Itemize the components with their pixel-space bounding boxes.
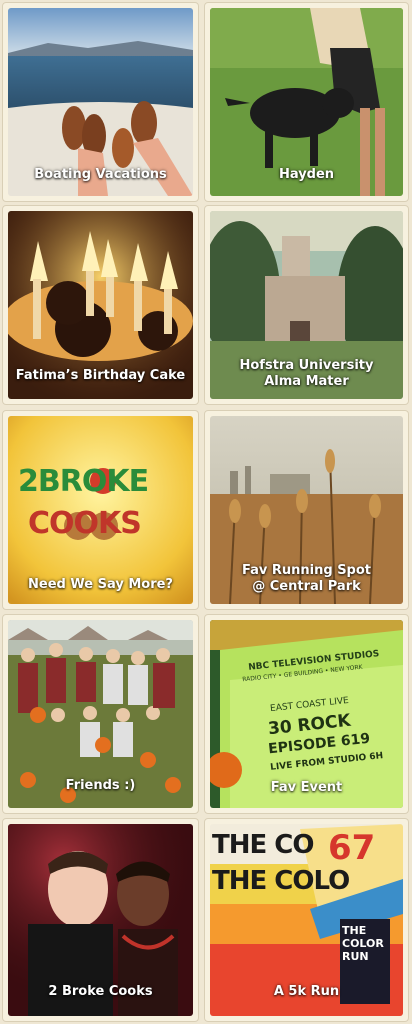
tile-caption: Hofstra University Alma Mater (239, 358, 374, 389)
tile-caption: Need We Say More? (28, 577, 173, 592)
logo-line-1: 2BROKE (18, 464, 149, 499)
tile-need-we-say-more[interactable]: 2BROKE COOKS Need We Say More? (2, 410, 199, 610)
tile-boating-vacations[interactable]: Boating Vacations (2, 2, 199, 202)
tile-2-broke-cooks[interactable]: 2 Broke Cooks (2, 818, 199, 1022)
logo-line-2: COOKS (28, 506, 142, 541)
tile-caption: Hayden (278, 167, 335, 182)
tile-5k-run[interactable]: THE CO THE COLO 67 THE COLOR RUN A 5k Ru… (204, 818, 409, 1022)
tile-fav-running-spot[interactable]: Fav Running Spot @ Central Park (204, 410, 409, 610)
tile-caption: A 5k Run (273, 984, 340, 999)
tile-caption: Fav Event (270, 780, 343, 795)
photo-grid: Boating Vacations Hayden Fatima’s Birthd… (0, 0, 412, 1024)
tile-caption: Boating Vacations (34, 167, 167, 182)
book-title: THE COLOR RUN (342, 924, 384, 963)
bib-number: 67 (328, 828, 376, 868)
tile-caption: 2 Broke Cooks (48, 984, 153, 999)
tile-friends[interactable]: Friends :) (2, 614, 199, 814)
poster-text-1: THE CO (212, 830, 314, 860)
tile-hayden[interactable]: Hayden (204, 2, 409, 202)
poster-text-2: THE COLO (212, 866, 350, 896)
tile-caption: Fav Running Spot @ Central Park (241, 563, 372, 594)
tile-hofstra-university[interactable]: Hofstra University Alma Mater (204, 205, 409, 405)
tile-birthday-cake[interactable]: Fatima’s Birthday Cake (2, 205, 199, 405)
tile-caption: Friends :) (65, 778, 136, 793)
logo-photo: 2BROKE COOKS (8, 416, 193, 604)
tile-fav-event[interactable]: NBC TELEVISION STUDIOS RADIO CITY • GE B… (204, 614, 409, 814)
tile-caption: Fatima’s Birthday Cake (15, 368, 186, 383)
